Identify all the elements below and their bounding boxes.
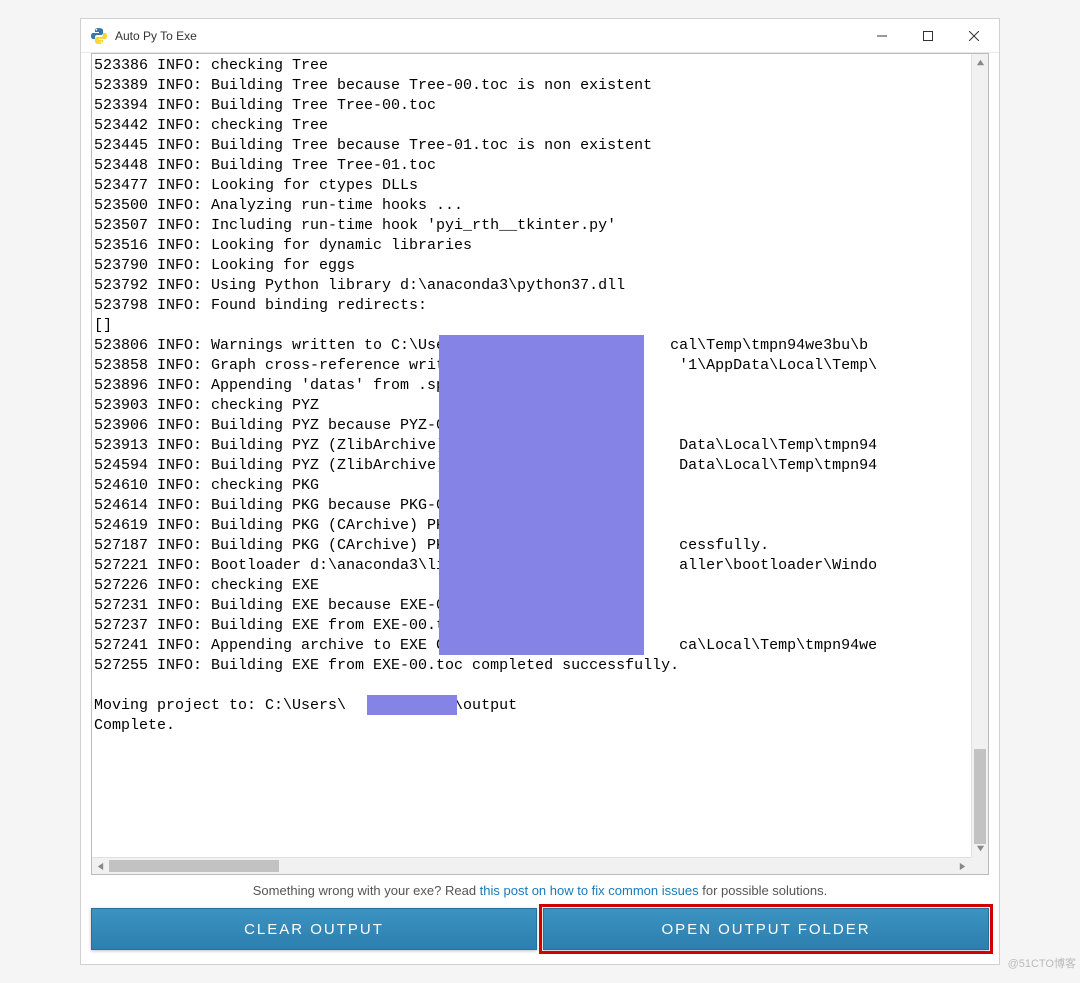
button-row: CLEAR OUTPUT OPEN OUTPUT FOLDER — [91, 908, 989, 950]
vertical-scrollbar[interactable] — [971, 54, 988, 857]
content-area: 523386 INFO: checking Tree 523389 INFO: … — [81, 53, 999, 964]
hint-prefix: Something wrong with your exe? Read — [253, 883, 480, 898]
watermark: @51CTO博客 — [1008, 955, 1076, 971]
maximize-button[interactable] — [905, 20, 951, 52]
redaction-block — [439, 335, 644, 655]
scroll-thumb[interactable] — [109, 860, 279, 872]
hint-text: Something wrong with your exe? Read this… — [91, 875, 989, 908]
hint-link[interactable]: this post on how to fix common issues — [480, 883, 699, 898]
open-output-folder-button[interactable]: OPEN OUTPUT FOLDER — [543, 908, 989, 950]
redaction-block — [367, 695, 457, 715]
scroll-corner — [971, 857, 988, 874]
scroll-down-icon[interactable] — [972, 840, 988, 857]
close-button[interactable] — [951, 20, 997, 52]
log-output-panel: 523386 INFO: checking Tree 523389 INFO: … — [91, 53, 989, 875]
scroll-thumb[interactable] — [974, 749, 986, 844]
app-window: Auto Py To Exe 523386 INFO: checking Tre… — [80, 18, 1000, 965]
scroll-up-icon[interactable] — [972, 54, 988, 71]
minimize-button[interactable] — [859, 20, 905, 52]
clear-output-button[interactable]: CLEAR OUTPUT — [91, 908, 537, 950]
horizontal-scrollbar[interactable] — [92, 857, 971, 874]
python-icon — [91, 28, 107, 44]
scroll-left-icon[interactable] — [92, 858, 109, 874]
window-title: Auto Py To Exe — [115, 29, 197, 43]
titlebar: Auto Py To Exe — [81, 19, 999, 53]
scroll-right-icon[interactable] — [954, 858, 971, 874]
hint-suffix: for possible solutions. — [699, 883, 828, 898]
